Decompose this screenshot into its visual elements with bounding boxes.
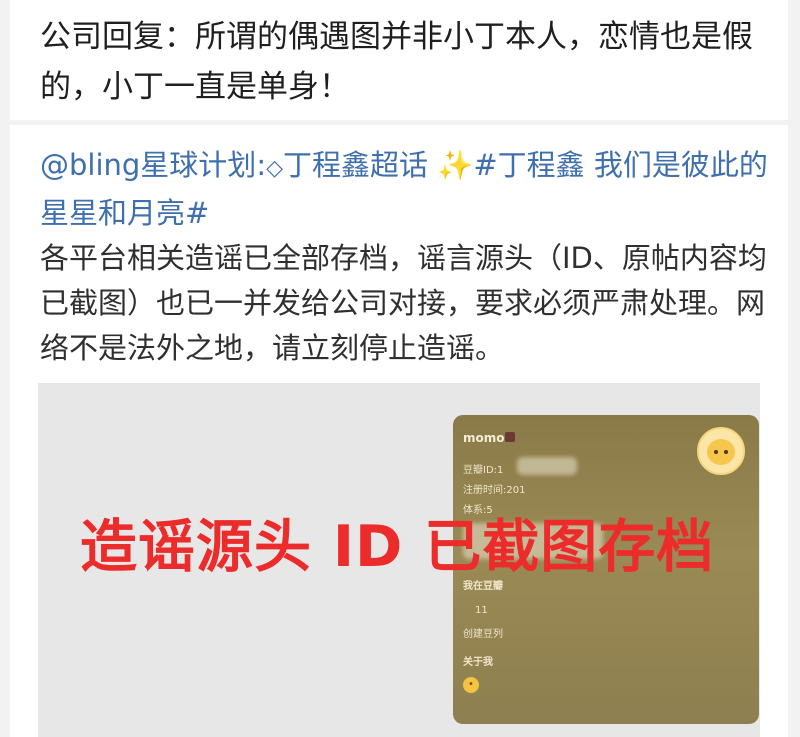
diamond-icon: ◇ <box>266 156 284 181</box>
profile-badge-icon <box>505 432 515 442</box>
post-image[interactable]: momo 豆瓣ID:1 注册时间:201 体系:5 我在豆瓣 11 创建豆列 关… <box>38 383 760 737</box>
emoji-icon: • <box>463 677 479 693</box>
mention-link[interactable]: @bling星球计划 <box>40 148 256 182</box>
profile-id-line: 豆瓣ID:1 <box>463 465 504 476</box>
profile-avatar <box>697 427 745 475</box>
profile-count: 11 <box>475 605 488 616</box>
blurred-id <box>517 457 577 475</box>
profile-register-line: 注册时间:201 <box>463 485 526 496</box>
post-content: @bling星球计划:◇丁程鑫超话 ✨#丁程鑫 我们是彼此的星星和月亮# 各平台… <box>40 143 775 371</box>
company-reply-text: 公司回复：所谓的偶遇图并非小丁本人，恋情也是假的，小丁一直是单身！ <box>40 19 753 105</box>
supertopic-link[interactable]: 丁程鑫超话 <box>283 148 428 182</box>
overlay-caption: 造谣源头 ID 已截图存档 <box>80 514 715 580</box>
profile-username: momo <box>463 431 505 445</box>
weibo-post-card: @bling星球计划:◇丁程鑫超话 ✨#丁程鑫 我们是彼此的星星和月亮# 各平台… <box>10 125 788 737</box>
sparkle-icon: ✨ <box>437 148 474 182</box>
company-reply-card: 公司回复：所谓的偶遇图并非小丁本人，恋情也是假的，小丁一直是单身！ <box>10 0 788 120</box>
post-body-text: 各平台相关造谣已全部存档，谣言源头（ID、原帖内容均已截图）也已一并发给公司对接… <box>40 241 767 365</box>
profile-section-about: 关于我 <box>463 657 493 668</box>
mention-colon: : <box>256 148 267 182</box>
profile-count-label: 创建豆列 <box>463 629 503 640</box>
